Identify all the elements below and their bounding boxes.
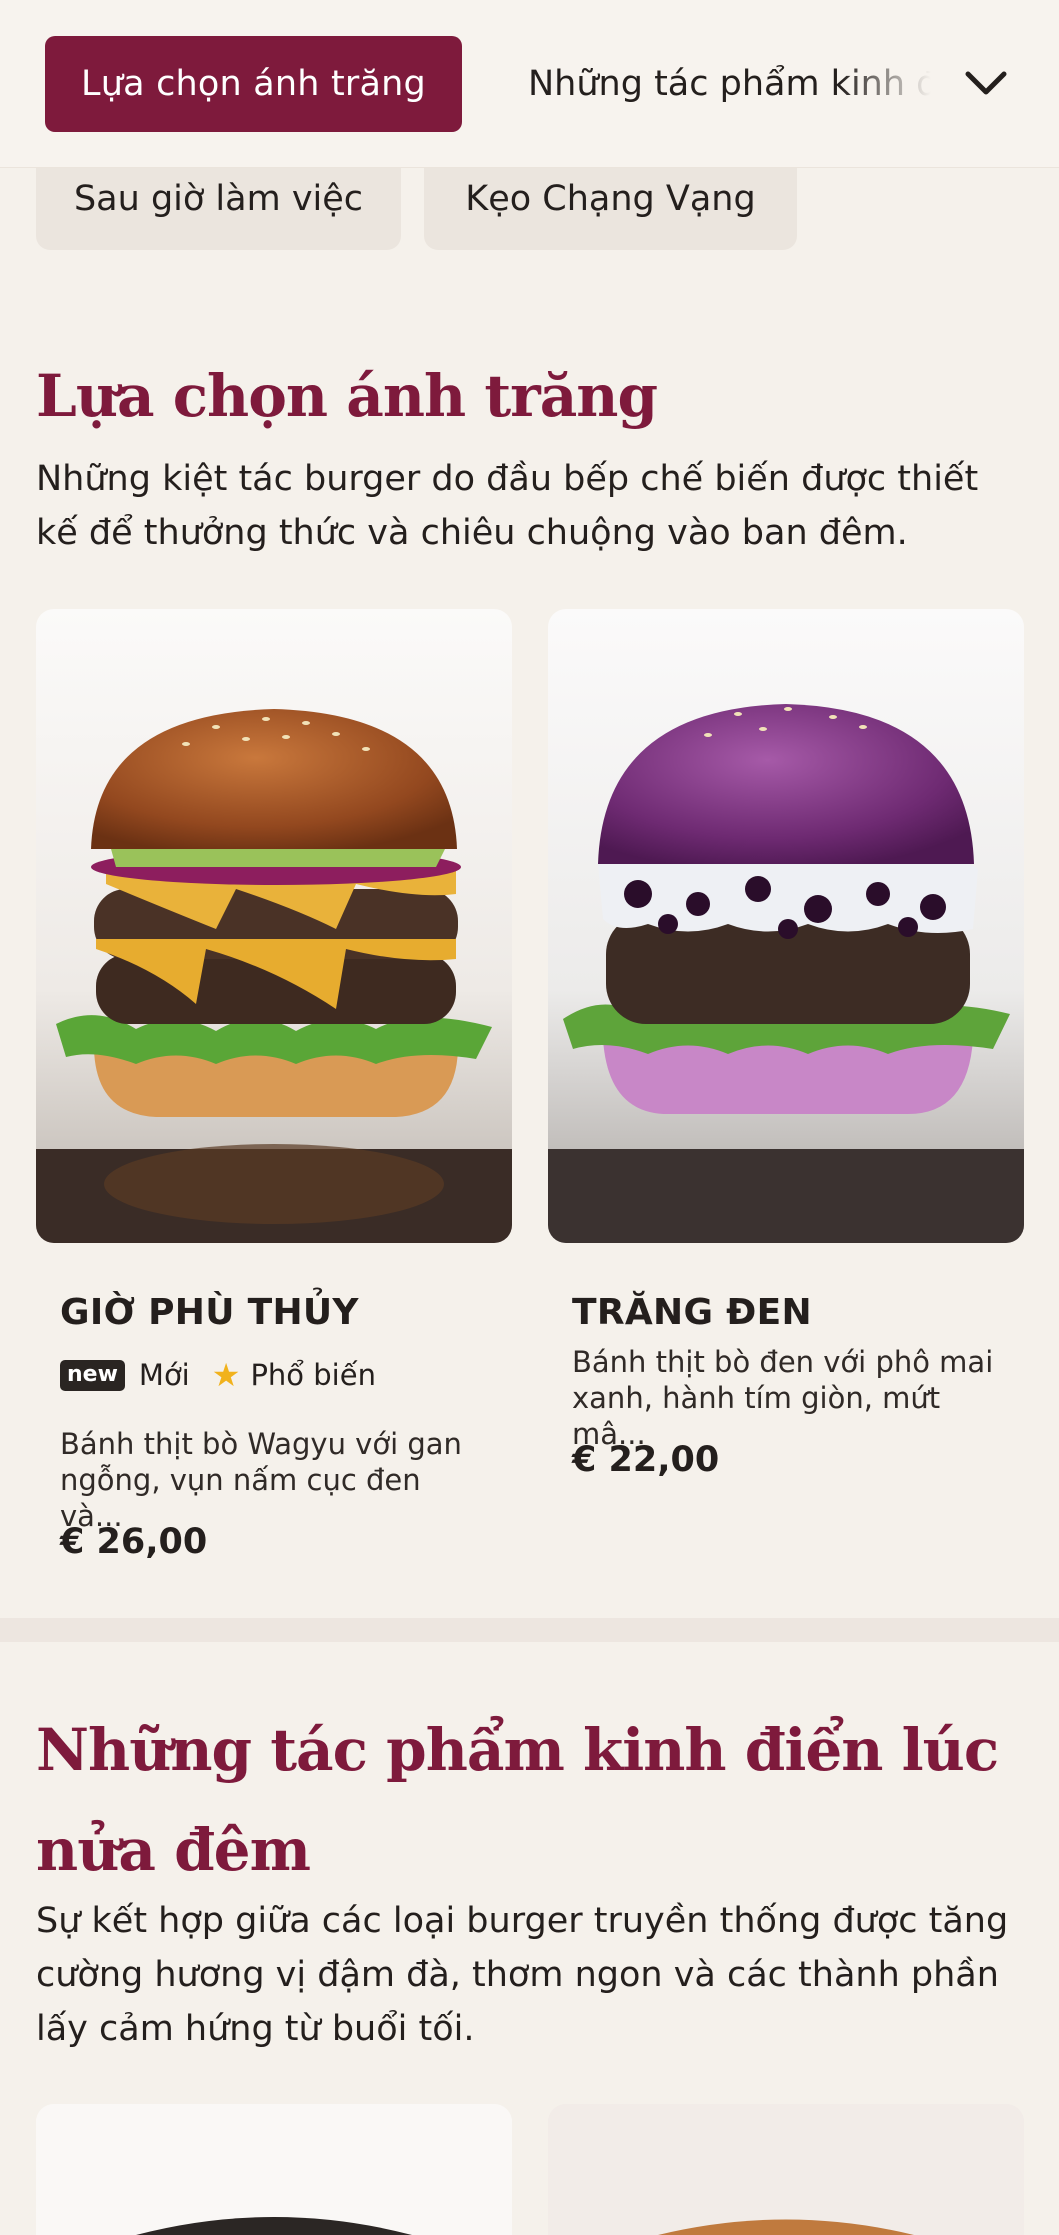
section-divider (0, 1618, 1059, 1642)
burger-image-black-bun[interactable] (36, 2104, 512, 2235)
tag-new-label: Mới (138, 1358, 190, 1392)
tab-moonlight-selection[interactable]: Lựa chọn ánh trăng (45, 36, 462, 132)
item-description: Bánh thịt bò Wagyu với gan ngỗng, vụn nấ… (60, 1427, 462, 1533)
section-title: Lựa chọn ánh trăng (36, 362, 658, 430)
item-name[interactable]: GIỜ PHÙ THỦY (60, 1292, 359, 1333)
star-icon: ★ (211, 1356, 241, 1394)
section-title: Những tác phẩm kinh điển lúc nửa đêm (36, 1716, 999, 1884)
section-description: Những kiệt tác burger do đầu bếp chế biế… (36, 459, 979, 553)
item-price: € 22,00 (572, 1440, 720, 1480)
tag-popular-label: Phổ biến (250, 1358, 376, 1392)
burger-image-black-moon[interactable] (548, 609, 1024, 1243)
burger-image-classic-bun[interactable] (548, 2104, 1024, 2235)
burger-image-witching-hour[interactable] (36, 609, 512, 1243)
section-description: Sự kết hợp giữa các loại burger truyền t… (36, 1901, 1009, 2049)
chevron-down-icon[interactable] (960, 58, 1012, 110)
item-name[interactable]: TRĂNG ĐEN (572, 1292, 812, 1333)
item-description: Bánh thịt bò đen với phô mai xanh, hành … (572, 1345, 994, 1451)
item-price: € 26,00 (60, 1522, 208, 1562)
chip-label: Sau giờ làm việc (73, 179, 364, 219)
chip-label: Kẹo Chạng Vạng (465, 179, 756, 219)
item-tags: new Mới ★ Phổ biến (60, 1356, 376, 1394)
new-badge: new (60, 1359, 125, 1391)
tab-fade-overlay (840, 20, 970, 150)
category-bar: Lựa chọn ánh trăng Những tác phẩm kinh đ… (0, 0, 1059, 168)
